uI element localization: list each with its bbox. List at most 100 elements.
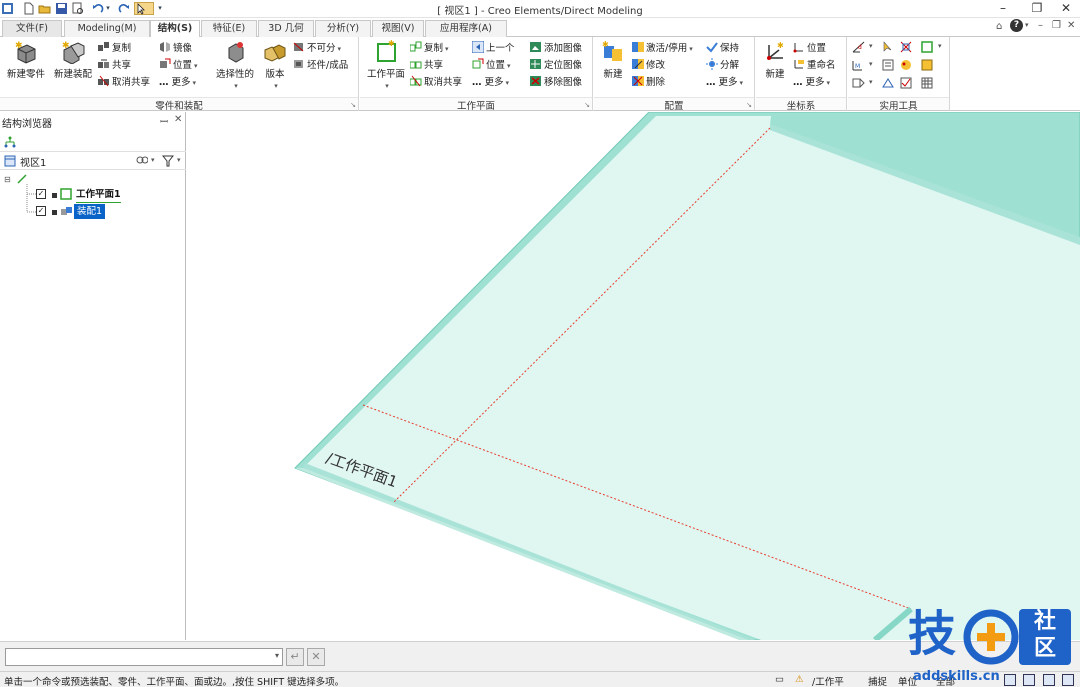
table-icon[interactable] [921, 77, 933, 89]
coord-rename-button[interactable]: 重命名 [793, 57, 836, 74]
tree-root-collapse-icon[interactable]: ⊟ [4, 172, 11, 187]
tab-structure[interactable]: 结构(S) [150, 20, 200, 38]
tab-modeling[interactable]: Modeling(M) [64, 20, 150, 37]
part-mirror-button[interactable]: 镜像 [159, 40, 192, 57]
coord-more-dots-icon: … [793, 77, 803, 88]
config-delete-button[interactable]: 删除 [632, 74, 665, 91]
add-image-button[interactable]: 添加图像 [530, 40, 582, 57]
workplane-tool-icon[interactable] [921, 41, 933, 53]
save-icon[interactable] [55, 2, 68, 15]
command-input[interactable]: ▾ [5, 648, 283, 666]
tab-view[interactable]: 视图(V) [372, 20, 424, 37]
coord-position-button[interactable]: 位置 [793, 40, 826, 57]
measure-icon[interactable]: d [852, 41, 866, 53]
config-modify-button[interactable]: 修改 [632, 57, 665, 74]
command-cancel-button[interactable]: ✕ [307, 648, 325, 666]
new-assembly-button[interactable]: ✱ 新建装配 [50, 40, 96, 80]
print-preview-icon[interactable] [71, 2, 84, 15]
selective-button[interactable]: 选择性的 ▾ [212, 40, 258, 91]
wp-tool-dropdown-icon[interactable]: ▾ [938, 42, 942, 50]
part-share-button[interactable]: 共享 [98, 57, 131, 74]
part-more-button[interactable]: … 更多 ▾ [159, 74, 196, 91]
pin-icon[interactable]: ꟷ [160, 114, 168, 128]
tab-applications[interactable]: 应用程序(A) [425, 20, 507, 37]
section-dropdown-icon[interactable]: ▾ [869, 78, 873, 86]
help-icon[interactable]: ? [1010, 19, 1023, 32]
doc-restore-button[interactable]: ❐ [1052, 20, 1061, 31]
part-copy-button[interactable]: 复制 [98, 40, 131, 57]
status-snap[interactable]: 捕捉 [868, 674, 887, 687]
close-button[interactable]: ✕ [1055, 1, 1077, 16]
workplane-group-launcher-icon[interactable]: ↘ [584, 101, 590, 109]
workplane-visibility-checkbox[interactable]: ✓ [36, 189, 46, 199]
config-more-button[interactable]: … 更多 ▾ [706, 74, 743, 91]
doc-minimize-button[interactable]: – [1038, 20, 1043, 31]
coord-new-button[interactable]: ✱ 新建 [760, 40, 790, 80]
workplane-position-button[interactable]: 位置 ▾ [472, 57, 511, 74]
minimize-button[interactable]: – [992, 1, 1014, 16]
help-dropdown-icon[interactable]: ▾ [1025, 21, 1029, 29]
pointer-icon[interactable] [882, 41, 894, 53]
qat-customize-icon[interactable]: ▾ [156, 2, 164, 15]
ribbon-minimize-icon[interactable]: ⌂ [996, 21, 1002, 32]
workplane-unshare-button[interactable]: 取消共享 [410, 74, 462, 91]
config-explode-button[interactable]: 分解 [706, 57, 739, 74]
part-unshare-button[interactable]: 取消共享 [98, 74, 150, 91]
new-file-icon[interactable] [22, 2, 35, 15]
warning-icon[interactable]: ⚠ [795, 674, 804, 685]
property-icon[interactable] [882, 59, 894, 71]
config-group-launcher-icon[interactable]: ↘ [746, 101, 752, 109]
color-icon[interactable] [900, 59, 912, 71]
config-keep-button[interactable]: 保持 [706, 40, 739, 57]
part-position-button[interactable]: 位置 ▾ [159, 57, 198, 74]
redo-icon[interactable] [118, 2, 131, 15]
config-new-button[interactable]: ✱ 新建 [598, 40, 628, 80]
workplane-more-button[interactable]: … 更多 ▾ [472, 74, 509, 91]
doc-close-button[interactable]: ✕ [1067, 20, 1075, 31]
tab-analysis[interactable]: 分析(Y) [315, 20, 371, 37]
new-part-button[interactable]: ✱ 新建零件 [4, 40, 48, 80]
measure-dropdown-icon[interactable]: ▾ [869, 42, 873, 50]
remove-image-button[interactable]: 移除图像 [530, 74, 582, 91]
workplane-button[interactable]: ✱ 工作平面 ▾ [363, 40, 409, 91]
check-icon[interactable] [900, 77, 912, 89]
workplane-copy-button[interactable]: 复制 ▾ [410, 40, 449, 57]
undo-dropdown-icon[interactable]: ▾ [104, 2, 112, 15]
filter-dropdown-icon[interactable]: ▾ [177, 156, 181, 164]
dimension-dropdown-icon[interactable]: ▾ [869, 60, 873, 68]
stock-button[interactable]: 坯件/成品 [293, 57, 348, 74]
tree-item-assembly[interactable]: ✓ 装配1 [36, 204, 186, 219]
indivisible-button[interactable]: 不可分 ▾ [293, 40, 341, 57]
locate-image-button[interactable]: 定位图像 [530, 57, 582, 74]
group-launcher-icon[interactable]: ↘ [350, 101, 356, 109]
tab-features[interactable]: 特征(E) [201, 20, 257, 37]
panel-close-icon[interactable]: ✕ [174, 114, 182, 125]
command-history-dropdown-icon[interactable]: ▾ [275, 651, 279, 660]
graphics-viewport[interactable]: /工作平面1 [187, 112, 1080, 640]
image-tool-icon[interactable] [921, 59, 933, 71]
search-dropdown-icon[interactable]: ▾ [151, 156, 155, 164]
tab-3d-geometry[interactable]: 3D 几何 [258, 20, 314, 37]
workplane-prev-button[interactable]: 上一个 [472, 40, 515, 57]
config-activate-button[interactable]: 激活/停用 ▾ [632, 40, 693, 57]
workplane-share-button[interactable]: 共享 [410, 57, 443, 74]
app-menu-icon[interactable] [1, 2, 14, 15]
filter-funnel-icon[interactable] [162, 155, 174, 167]
section-icon[interactable] [852, 77, 866, 89]
tree-item-workplane[interactable]: ✓ 工作平面1 [36, 187, 186, 203]
restore-button[interactable]: ❐ [1026, 1, 1048, 16]
undo-icon[interactable] [91, 2, 104, 15]
command-enter-button[interactable]: ↵ [286, 648, 304, 666]
dimension-icon[interactable]: M [852, 59, 866, 71]
open-folder-icon[interactable] [38, 2, 51, 15]
search-icon[interactable] [136, 155, 148, 167]
status-workplane[interactable]: /工作平 [812, 674, 844, 687]
coord-more-button[interactable]: … 更多 ▾ [793, 74, 830, 91]
version-button[interactable]: 版本 ▾ [260, 40, 290, 91]
tab-file[interactable]: 文件(F) [2, 20, 62, 37]
select-tool-icon[interactable] [134, 2, 154, 15]
assembly-visibility-checkbox[interactable]: ✓ [36, 206, 46, 216]
tree-mode-icon[interactable] [3, 136, 17, 148]
filter-icon[interactable] [900, 41, 912, 53]
analyze-icon[interactable] [882, 77, 894, 89]
